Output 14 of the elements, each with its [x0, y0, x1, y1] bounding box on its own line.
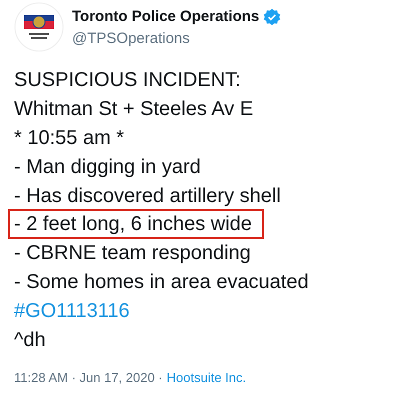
- tweet-timestamp: 11:28 AM · Jun 17, 2020 ·: [14, 368, 163, 387]
- tweet-line: - Has discovered artillery shell: [13, 184, 282, 209]
- tweet-line: * 10:55 am *: [13, 126, 126, 151]
- tweet-line: SUSPICIOUS INCIDENT:: [13, 68, 242, 94]
- source-link[interactable]: Hootsuite Inc.: [166, 368, 246, 388]
- account-handle[interactable]: @TPSOperations: [72, 28, 282, 50]
- account-name[interactable]: Toronto Police Operations: [72, 6, 260, 28]
- tweet-line: - 2 feet long, 6 inches wide: [10, 211, 262, 238]
- tweet-line: Whitman St + Steeles Av E: [13, 97, 254, 122]
- tweet-line: - CBRNE team responding: [13, 241, 252, 266]
- tweet-line: ^dh: [13, 328, 47, 353]
- tweet-line: - Some homes in area evacuated: [13, 270, 310, 295]
- hashtag-link[interactable]: #GO1113116: [10, 298, 140, 324]
- tweet-line: - Man digging in yard: [13, 154, 202, 180]
